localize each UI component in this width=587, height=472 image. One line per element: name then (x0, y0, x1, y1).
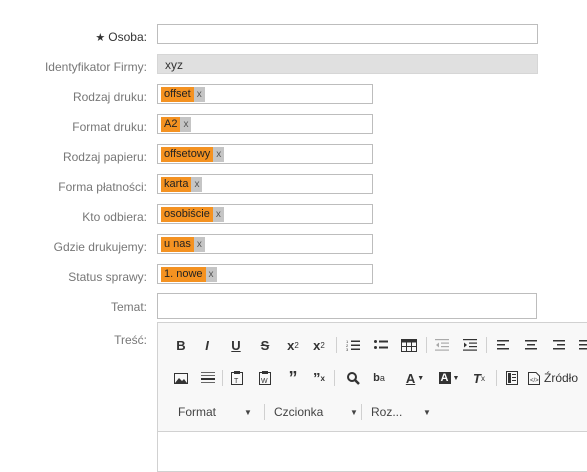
rodzaj-druku-tag: offset x (161, 87, 205, 102)
rodzaj-papieru-tag: offsetowy x (161, 147, 225, 162)
toolbar-separator (222, 370, 223, 386)
toolbar-separator (426, 337, 427, 353)
svg-text:W: W (261, 378, 268, 385)
osoba-input[interactable] (157, 24, 538, 44)
status-sprawy-tag: 1. nowe x (161, 267, 217, 282)
rich-text-editor: B I U S x2 x2 123 T W ” ” x b a A ▼ A ▼ … (157, 322, 587, 472)
remove-format-icon[interactable]: Tx (468, 368, 490, 388)
strikethrough-icon[interactable]: S (254, 335, 276, 355)
gdzie-drukujemy-tag: u nas x (161, 237, 205, 252)
gdzie-drukujemy-label: Gdzie drukujemy: (53, 240, 147, 254)
blockquote-icon[interactable]: ” (282, 368, 304, 388)
subscript-icon[interactable]: x2 (282, 335, 304, 355)
chevron-down-icon: ▼ (423, 407, 431, 417)
rodzaj-papieru-label: Rodzaj papieru: (62, 150, 147, 164)
status-sprawy-label: Status sprawy: (68, 270, 147, 284)
tag-label: A2 (161, 117, 181, 132)
format-druku-label: Format druku: (72, 120, 147, 134)
tag-label: osobiście (161, 207, 213, 222)
text-color-icon[interactable]: A ▼ (401, 368, 429, 388)
font-combo-label: Czcionka (274, 405, 324, 419)
table-icon[interactable] (398, 335, 420, 355)
source-label: Źródło (544, 371, 579, 385)
tresc-label: Treść: (114, 333, 147, 347)
editor-content-area[interactable] (158, 432, 587, 472)
tag-remove-icon[interactable]: x (191, 177, 203, 192)
size-combo[interactable]: Roz... ▼ (371, 403, 431, 421)
tag-remove-icon[interactable]: x (193, 87, 205, 102)
tag-remove-icon[interactable]: x (193, 237, 205, 252)
format-combo[interactable]: Format ▼ (178, 403, 252, 421)
paste-text-icon[interactable]: T (226, 368, 248, 388)
gdzie-drukujemy-select[interactable]: u nas x (157, 234, 373, 254)
tag-label: offsetowy (161, 147, 214, 162)
background-color-icon[interactable]: A ▼ (435, 368, 463, 388)
forma-platnosci-label: Forma płatności: (58, 180, 147, 194)
toolbar-separator (334, 370, 335, 386)
tag-remove-icon[interactable]: x (205, 267, 217, 282)
outdent-icon[interactable] (431, 335, 453, 355)
toolbar-separator (496, 370, 497, 386)
osoba-label: ★ Osoba: (95, 30, 147, 44)
tag-label: u nas (161, 237, 194, 252)
image-icon[interactable] (170, 368, 192, 388)
search-icon[interactable] (342, 368, 364, 388)
tag-remove-icon[interactable]: x (213, 147, 225, 162)
rodzaj-papieru-select[interactable]: offsetowy x (157, 144, 373, 164)
templates-icon[interactable] (501, 368, 523, 388)
status-sprawy-select[interactable]: 1. nowe x (157, 264, 373, 284)
kto-odbiera-label: Kto odbiera: (82, 210, 147, 224)
bulleted-list-icon[interactable] (370, 335, 392, 355)
kto-odbiera-tag: osobiście x (161, 207, 224, 222)
remove-blockquote-icon[interactable]: ” x (308, 368, 330, 388)
italic-icon[interactable]: I (196, 335, 218, 355)
forma-platnosci-select[interactable]: karta x (157, 174, 373, 194)
replace-icon[interactable]: ba (368, 368, 390, 388)
align-right-icon[interactable] (548, 335, 570, 355)
temat-input[interactable] (157, 293, 537, 319)
forma-platnosci-tag: karta x (161, 177, 203, 192)
size-combo-label: Roz... (371, 405, 403, 419)
chevron-down-icon: ▼ (350, 407, 358, 417)
justify-icon[interactable] (574, 335, 587, 355)
tag-label: 1. nowe (161, 267, 206, 282)
svg-text:T: T (234, 378, 239, 385)
tag-label: karta (161, 177, 192, 192)
toolbar-separator (264, 404, 265, 420)
align-left-icon[interactable] (492, 335, 514, 355)
format-druku-select[interactable]: A2 x (157, 114, 373, 134)
format-druku-tag: A2 x (161, 117, 192, 132)
toolbar-separator (336, 337, 337, 353)
rodzaj-druku-select[interactable]: offset x (157, 84, 373, 104)
tag-label: offset (161, 87, 194, 102)
temat-label: Temat: (110, 300, 147, 314)
superscript-icon[interactable]: x2 (308, 335, 330, 355)
rodzaj-druku-label: Rodzaj druku: (72, 90, 147, 104)
underline-icon[interactable]: U (225, 335, 247, 355)
svg-text:</>: </> (530, 378, 539, 384)
tag-remove-icon[interactable]: x (180, 117, 192, 132)
chevron-down-icon: ▼ (244, 407, 252, 417)
identyfikator-field: xyz (157, 54, 538, 74)
paste-word-icon[interactable]: W (254, 368, 276, 388)
font-combo[interactable]: Czcionka ▼ (274, 403, 358, 421)
horizontal-line-icon[interactable] (197, 368, 219, 388)
format-combo-label: Format (178, 405, 217, 419)
indent-icon[interactable] (459, 335, 481, 355)
svg-text:3: 3 (346, 347, 349, 351)
numbered-list-icon[interactable]: 123 (342, 335, 364, 355)
source-button[interactable]: </> Źródło (528, 368, 587, 388)
identyfikator-label: Identyfikator Firmy: (44, 60, 147, 74)
bold-icon[interactable]: B (170, 335, 192, 355)
toolbar-separator (486, 337, 487, 353)
align-center-icon[interactable] (520, 335, 542, 355)
editor-toolbar: B I U S x2 x2 123 T W ” ” x b a A ▼ A ▼ … (158, 323, 587, 432)
kto-odbiera-select[interactable]: osobiście x (157, 204, 373, 224)
required-star-icon: ★ (95, 32, 106, 44)
tag-remove-icon[interactable]: x (212, 207, 224, 222)
toolbar-separator (361, 404, 362, 420)
